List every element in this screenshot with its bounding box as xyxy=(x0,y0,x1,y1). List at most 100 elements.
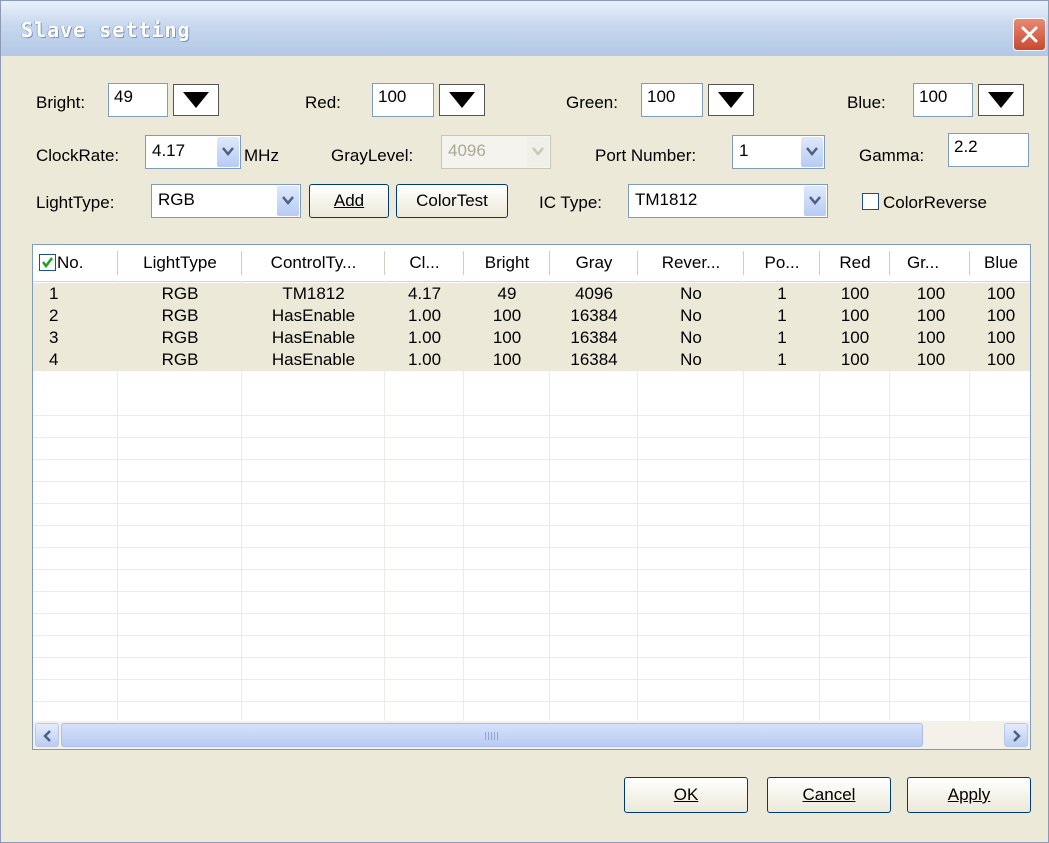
cell-no: 3 xyxy=(49,328,59,347)
cell-controltype: HasEnable xyxy=(271,306,356,325)
clockrate-unit: MHz xyxy=(244,146,279,165)
gamma-input[interactable]: 2.2 xyxy=(948,133,1029,167)
cell-port: 1 xyxy=(777,306,787,325)
table-row[interactable]: 3 RGB HasEnable 1.00 100 16384 No 1 100 … xyxy=(33,327,1030,349)
table-row[interactable]: 2 RGB HasEnable 1.00 100 16384 No 1 100 … xyxy=(33,305,1030,327)
colorreverse-checkbox[interactable] xyxy=(862,193,879,210)
chevron-down-icon xyxy=(222,147,234,156)
cell-bright: 100 xyxy=(492,306,522,325)
cell-bright: 49 xyxy=(497,284,517,303)
port-number-select[interactable]: 1 xyxy=(732,135,825,169)
cancel-button[interactable]: Cancel xyxy=(767,777,891,813)
column-header-no[interactable]: No. xyxy=(57,245,117,281)
column-header-lighttype[interactable]: LightType xyxy=(119,245,241,281)
cell-clock: 4.17 xyxy=(407,284,442,303)
column-header-green[interactable]: Gr... xyxy=(891,245,955,281)
select-all-checkbox[interactable] xyxy=(39,254,56,271)
horizontal-scrollbar[interactable] xyxy=(33,721,1030,749)
port-number-dropdown-button[interactable] xyxy=(801,137,823,167)
cell-port: 1 xyxy=(777,284,787,303)
graylevel-value: 4096 xyxy=(448,141,486,160)
column-header-gray[interactable]: Gray xyxy=(551,245,637,281)
cell-no: 4 xyxy=(49,350,59,369)
slave-table: No. LightType ControlTy... Cl... Bright … xyxy=(32,244,1031,750)
cell-green: 100 xyxy=(916,306,946,325)
ictype-select[interactable]: TM1812 xyxy=(628,184,828,218)
ictype-value: TM1812 xyxy=(635,190,698,209)
cell-red: 100 xyxy=(840,284,870,303)
window-title: Slave setting xyxy=(21,18,191,42)
scroll-right-button[interactable] xyxy=(1004,723,1028,747)
graylevel-select[interactable]: 4096 xyxy=(441,135,551,169)
arrow-right-icon xyxy=(1013,730,1021,742)
cell-green: 100 xyxy=(916,284,946,303)
blue-dropdown-button[interactable] xyxy=(978,84,1024,116)
apply-button[interactable]: Apply xyxy=(907,777,1031,813)
blue-label: Blue: xyxy=(847,93,886,112)
bright-dropdown-button[interactable] xyxy=(173,84,219,116)
red-label: Red: xyxy=(305,93,341,112)
column-header-clock[interactable]: Cl... xyxy=(386,245,463,281)
cell-gray: 16384 xyxy=(570,350,618,369)
triangle-down-icon xyxy=(183,92,209,108)
scroll-left-button[interactable] xyxy=(35,723,59,747)
column-header-red[interactable]: Red xyxy=(821,245,889,281)
chevron-down-icon xyxy=(806,147,818,156)
column-header-port[interactable]: Po... xyxy=(745,245,819,281)
colorreverse-label: ColorReverse xyxy=(883,193,987,212)
add-button[interactable]: Add xyxy=(309,184,389,218)
cell-green: 100 xyxy=(916,350,946,369)
ok-button-label: OK xyxy=(673,785,699,804)
port-number-value: 1 xyxy=(739,141,749,160)
cell-controltype: HasEnable xyxy=(271,328,356,347)
red-dropdown-button[interactable] xyxy=(439,84,485,116)
slave-setting-dialog: Slave setting Bright: 49 Red: 100 Green:… xyxy=(0,0,1049,843)
column-header-bright[interactable]: Bright xyxy=(465,245,549,281)
graylevel-dropdown-button[interactable] xyxy=(527,137,549,167)
cell-red: 100 xyxy=(840,350,870,369)
title-bar[interactable]: Slave setting xyxy=(1,1,1048,56)
cell-no: 2 xyxy=(49,306,59,325)
red-input[interactable]: 100 xyxy=(372,83,434,117)
column-header-reverse[interactable]: Rever... xyxy=(639,245,743,281)
bright-input[interactable]: 49 xyxy=(108,83,168,117)
lighttype-dropdown-button[interactable] xyxy=(277,186,299,216)
chevron-down-icon xyxy=(282,196,294,205)
cell-green: 100 xyxy=(916,328,946,347)
cell-reverse: No xyxy=(680,284,702,303)
lighttype-select[interactable]: RGB xyxy=(151,184,301,218)
lighttype-label: LightType: xyxy=(36,193,115,212)
clockrate-dropdown-button[interactable] xyxy=(217,137,239,167)
cell-blue: 100 xyxy=(986,328,1016,347)
cell-clock: 1.00 xyxy=(407,306,442,325)
clockrate-select[interactable]: 4.17 xyxy=(145,135,241,169)
green-dropdown-button[interactable] xyxy=(708,84,754,116)
ictype-dropdown-button[interactable] xyxy=(804,186,826,216)
table-header: No. LightType ControlTy... Cl... Bright … xyxy=(33,245,1030,282)
green-input[interactable]: 100 xyxy=(641,83,703,117)
close-button[interactable] xyxy=(1013,18,1046,51)
cell-red: 100 xyxy=(840,306,870,325)
checkmark-icon xyxy=(42,257,53,269)
triangle-down-icon xyxy=(449,92,475,108)
add-button-label: Add xyxy=(333,191,365,210)
clockrate-value: 4.17 xyxy=(152,141,186,160)
column-header-blue[interactable]: Blue xyxy=(971,245,1030,281)
graylevel-label: GrayLevel: xyxy=(331,146,414,165)
scrollbar-thumb[interactable] xyxy=(61,723,923,747)
cell-lighttype: RGB xyxy=(161,350,199,369)
triangle-down-icon xyxy=(988,92,1014,108)
table-row[interactable]: 1 RGB TM1812 4.17 49 4096 No 1 100 100 1… xyxy=(33,283,1030,305)
column-header-controltype[interactable]: ControlTy... xyxy=(243,245,384,281)
cell-controltype: HasEnable xyxy=(271,350,356,369)
bright-label: Bright: xyxy=(36,93,86,112)
blue-input[interactable]: 100 xyxy=(913,83,973,117)
cell-lighttype: RGB xyxy=(161,328,199,347)
cell-blue: 100 xyxy=(986,306,1016,325)
clockrate-label: ClockRate: xyxy=(36,146,120,165)
colortest-button[interactable]: ColorTest xyxy=(396,184,508,218)
table-row[interactable]: 4 RGB HasEnable 1.00 100 16384 No 1 100 … xyxy=(33,349,1030,371)
cell-gray: 4096 xyxy=(575,284,613,303)
cell-reverse: No xyxy=(680,306,702,325)
ok-button[interactable]: OK xyxy=(624,777,748,813)
